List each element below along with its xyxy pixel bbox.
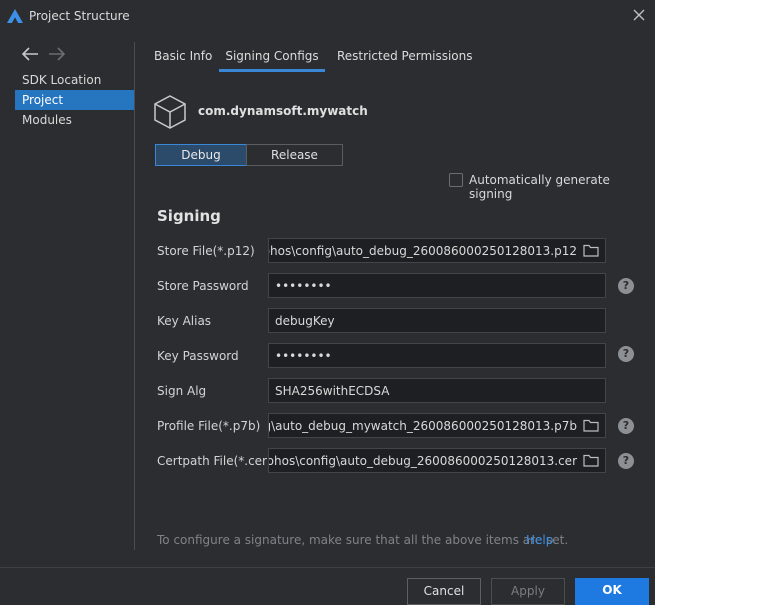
store-password-field[interactable]: ••••••••	[268, 273, 606, 298]
store-file-field[interactable]: dmin\.ohos\config\auto_debug_26008600025…	[268, 238, 606, 263]
help-icon[interactable]: ?	[618, 453, 634, 469]
sidebar-item-sdk-location[interactable]: SDK Location	[15, 70, 134, 90]
footer-divider	[0, 567, 655, 568]
store-password-label: Store Password	[157, 279, 249, 293]
footer-hint: To configure a signature, make sure that…	[157, 533, 569, 547]
auto-generate-signing-label: Automatically generate signing	[469, 173, 610, 201]
folder-icon[interactable]	[583, 419, 599, 435]
folder-icon[interactable]	[583, 244, 599, 260]
cancel-button[interactable]: Cancel	[407, 578, 481, 605]
tab-basic-info[interactable]: Basic Info	[154, 42, 212, 72]
store-file-value: dmin\.ohos\config\auto_debug_26008600025…	[269, 244, 577, 258]
profile-file-label: Profile File(*.p7b)	[157, 419, 261, 433]
signing-heading: Signing	[157, 207, 221, 225]
back-arrow-icon[interactable]	[21, 46, 39, 62]
sidebar-item-modules[interactable]: Modules	[15, 110, 134, 130]
forward-arrow-icon[interactable]	[48, 46, 66, 62]
window-title: Project Structure	[29, 9, 130, 23]
profile-file-value: s\config\auto_debug_mywatch_260086000250…	[269, 419, 577, 433]
release-toggle-button[interactable]: Release	[246, 144, 343, 166]
key-password-value: ••••••••	[275, 349, 332, 363]
help-icon[interactable]: ?	[618, 278, 634, 294]
tab-signing-configs[interactable]: Signing Configs	[219, 42, 325, 72]
package-cube-icon	[154, 95, 186, 132]
folder-icon[interactable]	[583, 454, 599, 470]
package-name: com.dynamsoft.mywatch	[198, 104, 368, 118]
debug-toggle-button[interactable]: Debug	[155, 144, 247, 166]
certpath-file-field[interactable]: dmin\.ohos\config\auto_debug_26008600025…	[268, 448, 606, 473]
project-structure-dialog: Project Structure SDK Location Project M…	[0, 0, 655, 605]
store-password-value: ••••••••	[275, 279, 332, 293]
title-bar: Project Structure	[0, 0, 655, 32]
ok-button[interactable]: OK	[575, 578, 649, 605]
tab-restricted-permissions[interactable]: Restricted Permissions	[337, 42, 473, 72]
certpath-file-label: Certpath File(*.cer)	[157, 454, 272, 468]
help-icon[interactable]: ?	[618, 418, 634, 434]
sign-alg-label: Sign Alg	[157, 384, 207, 398]
sidebar-divider	[134, 42, 135, 550]
sign-alg-field[interactable]: SHA256withECDSA	[268, 378, 606, 403]
help-link[interactable]: Help	[526, 533, 553, 547]
key-password-label: Key Password	[157, 349, 239, 363]
key-alias-value: debugKey	[275, 314, 335, 328]
apply-button[interactable]: Apply	[491, 578, 565, 605]
auto-generate-signing-checkbox[interactable]	[449, 173, 463, 187]
store-file-label: Store File(*.p12)	[157, 244, 255, 258]
key-alias-field[interactable]: debugKey	[268, 308, 606, 333]
close-icon[interactable]	[633, 9, 645, 24]
profile-file-field[interactable]: s\config\auto_debug_mywatch_260086000250…	[268, 413, 606, 438]
key-alias-label: Key Alias	[157, 314, 212, 328]
app-logo-icon	[7, 9, 23, 26]
sign-alg-value: SHA256withECDSA	[275, 384, 390, 398]
help-icon[interactable]: ?	[618, 346, 634, 362]
key-password-field[interactable]: ••••••••	[268, 343, 606, 368]
sidebar-item-project[interactable]: Project	[15, 90, 134, 110]
certpath-file-value: dmin\.ohos\config\auto_debug_26008600025…	[268, 454, 577, 468]
